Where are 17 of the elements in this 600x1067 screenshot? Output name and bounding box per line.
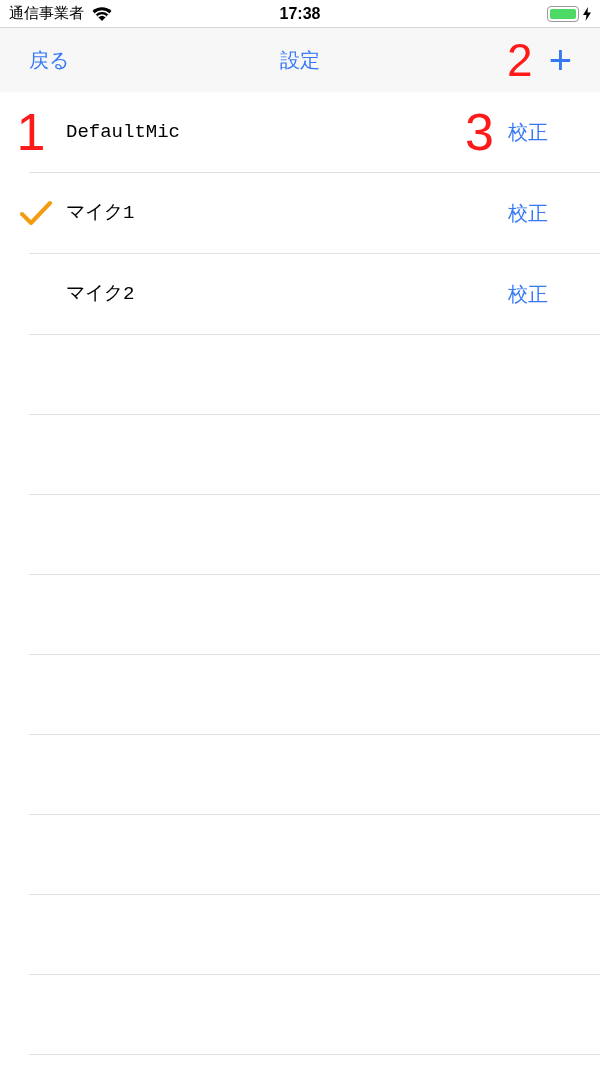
nav-title: 設定: [280, 48, 320, 73]
calibrate-button[interactable]: 校正: [508, 117, 548, 147]
status-time: 17:38: [279, 3, 321, 24]
battery-icon: [547, 5, 579, 22]
annotation-number: 3: [465, 106, 494, 158]
mic-name[interactable]: DefaultMic: [66, 117, 466, 147]
charging-icon: [583, 6, 591, 21]
mic-name[interactable]: マイク2: [66, 279, 508, 309]
carrier-name: 通信事業者: [9, 3, 84, 24]
annotation-number: 2: [507, 37, 533, 83]
annotation-number: 1: [16, 106, 46, 158]
calibrate-button[interactable]: 校正: [508, 279, 548, 309]
add-button[interactable]: +: [548, 40, 572, 80]
back-button[interactable]: 戻る: [29, 45, 69, 75]
mic-name[interactable]: マイク1: [66, 198, 508, 228]
wifi-icon: [92, 6, 112, 21]
calibrate-button[interactable]: 校正: [508, 198, 548, 228]
